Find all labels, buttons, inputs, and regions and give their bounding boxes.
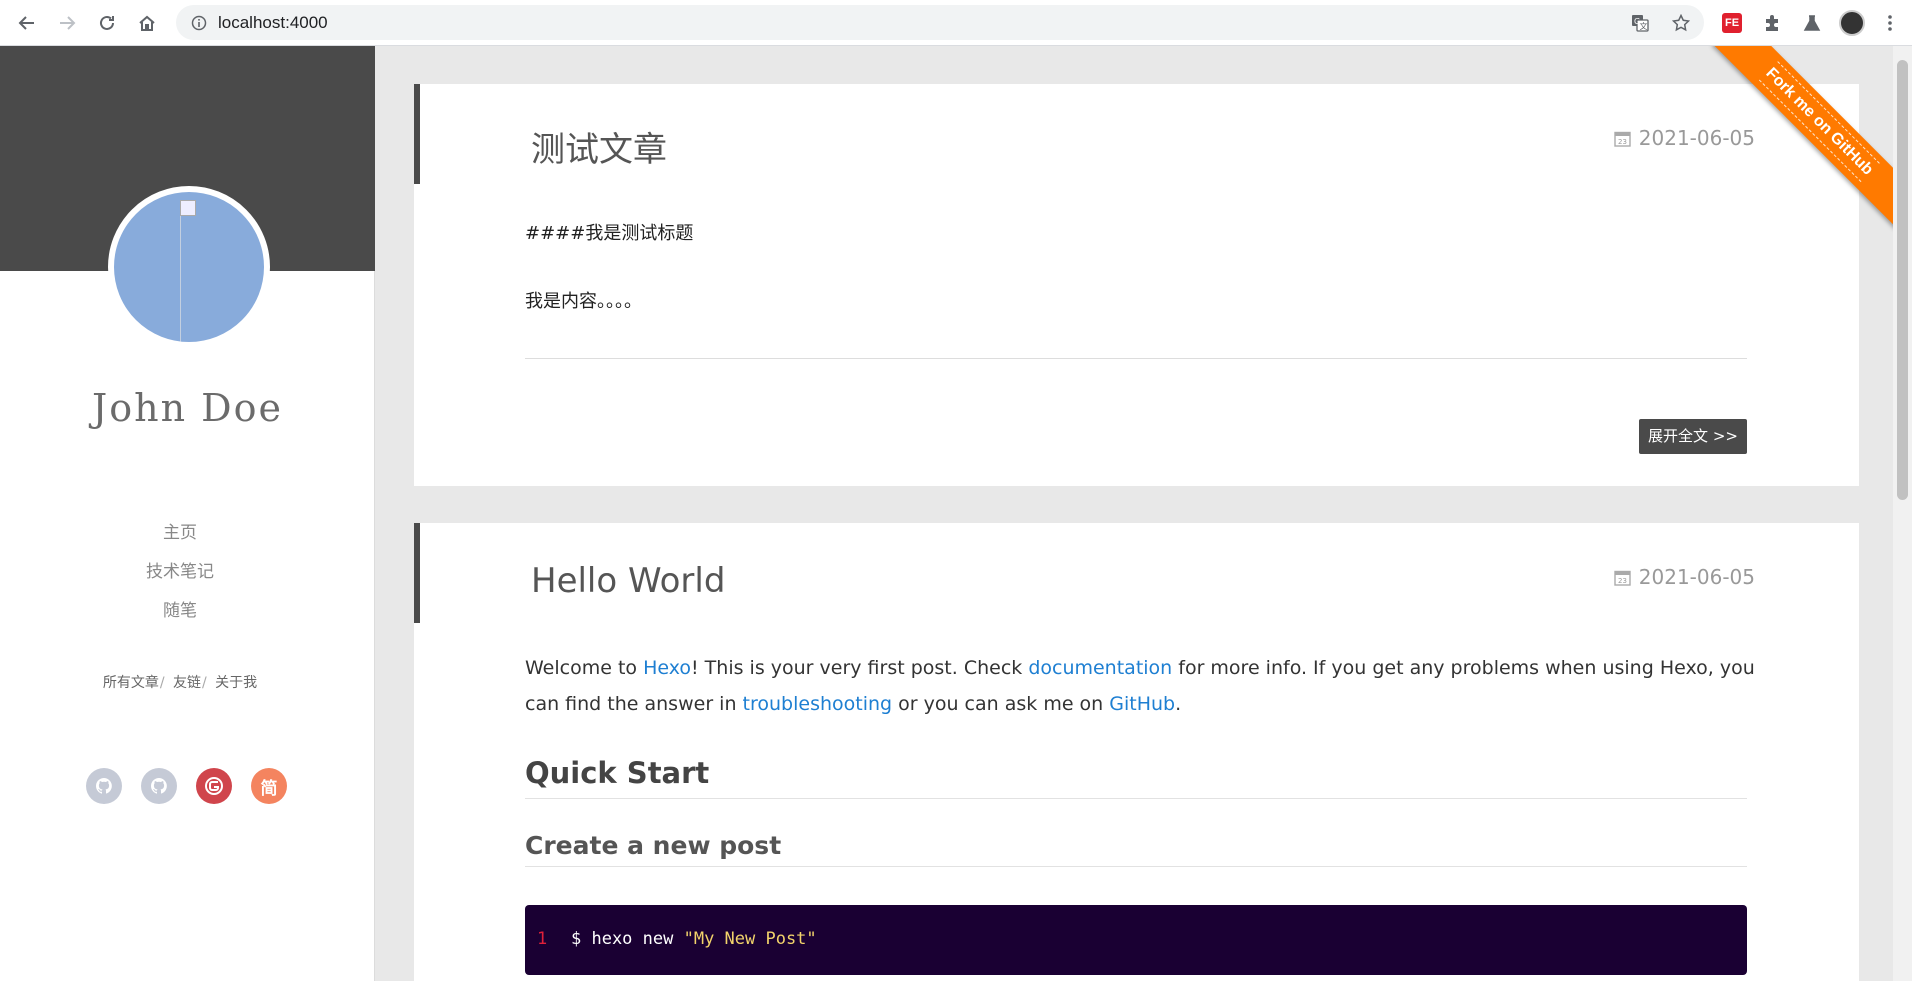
post-card: 测试文章 23 2021-06-05 ####我是测试标题 我是内容。。。。 展… bbox=[414, 84, 1859, 486]
profile-avatar[interactable] bbox=[1838, 9, 1866, 37]
url-text[interactable]: localhost:4000 bbox=[218, 13, 328, 33]
post-intro: Welcome to Hexo! This is your very first… bbox=[525, 657, 1755, 715]
link-documentation[interactable]: documentation bbox=[1028, 657, 1172, 679]
jianshu-icon[interactable]: 简 bbox=[251, 768, 287, 804]
link-friends[interactable]: 友链 bbox=[173, 675, 201, 691]
section-heading: Quick Start bbox=[525, 756, 1747, 799]
scrollbar-thumb[interactable] bbox=[1897, 60, 1908, 500]
reload-button[interactable] bbox=[93, 9, 121, 37]
forward-button[interactable] bbox=[53, 9, 81, 37]
calendar-icon: 23 bbox=[1614, 570, 1631, 586]
secondary-links: 所有文章/ 友链/ 关于我 bbox=[102, 675, 258, 691]
svg-text:23: 23 bbox=[1618, 577, 1627, 585]
gitee-icon[interactable] bbox=[196, 768, 232, 804]
code-block: 1 $ hexo new "My New Post" bbox=[525, 905, 1747, 975]
back-button[interactable] bbox=[13, 9, 41, 37]
flask-icon[interactable] bbox=[1798, 9, 1826, 37]
fe-extension-icon[interactable]: FE bbox=[1718, 9, 1746, 37]
nav-item-essays[interactable]: 随笔 bbox=[0, 592, 360, 631]
sidebar: John Doe 主页 技术笔记 随笔 所有文章/ 友链/ 关于我 简 bbox=[0, 46, 375, 981]
star-icon[interactable] bbox=[1670, 12, 1692, 34]
calendar-icon: 23 bbox=[1614, 131, 1631, 147]
post-title[interactable]: 测试文章 bbox=[531, 122, 667, 171]
link-about[interactable]: 关于我 bbox=[215, 675, 257, 691]
read-more-button[interactable]: 展开全文 >> bbox=[1639, 419, 1747, 454]
post-title[interactable]: Hello World bbox=[531, 561, 725, 601]
link-all-posts[interactable]: 所有文章 bbox=[103, 675, 159, 691]
post-card: Hello World 23 2021-06-05 Welcome to Hex… bbox=[414, 523, 1859, 981]
link-github[interactable]: GitHub bbox=[1109, 693, 1175, 715]
divider bbox=[525, 358, 1747, 359]
avatar[interactable] bbox=[108, 186, 270, 348]
address-bar[interactable]: localhost:4000 G文 bbox=[176, 5, 1704, 40]
nav-item-home[interactable]: 主页 bbox=[0, 514, 360, 553]
fork-me-ribbon[interactable]: Fork me on GitHub bbox=[1712, 46, 1893, 229]
post-date: 23 2021-06-05 bbox=[1614, 565, 1755, 589]
github-icon[interactable] bbox=[86, 768, 122, 804]
arrow-right-icon bbox=[60, 16, 76, 30]
svg-text:23: 23 bbox=[1618, 138, 1627, 146]
reload-icon bbox=[100, 15, 114, 30]
translate-icon[interactable]: G文 bbox=[1629, 12, 1651, 34]
post-paragraph: 我是内容。。。。 bbox=[525, 291, 642, 312]
home-icon bbox=[139, 15, 155, 31]
arrow-left-icon bbox=[18, 16, 34, 30]
home-button[interactable] bbox=[133, 9, 161, 37]
author-name[interactable]: John Doe bbox=[0, 386, 375, 430]
scrollbar[interactable] bbox=[1893, 46, 1912, 981]
menu-kebab-icon[interactable] bbox=[1876, 9, 1904, 37]
link-hexo[interactable]: Hexo bbox=[643, 657, 691, 679]
main-nav: 主页 技术笔记 随笔 bbox=[0, 514, 360, 631]
main-content: 测试文章 23 2021-06-05 ####我是测试标题 我是内容。。。。 展… bbox=[375, 46, 1893, 981]
browser-toolbar: localhost:4000 G文 FE bbox=[0, 0, 1912, 46]
info-icon[interactable] bbox=[188, 12, 210, 34]
github-icon[interactable] bbox=[141, 768, 177, 804]
puzzle-icon[interactable] bbox=[1758, 9, 1786, 37]
link-troubleshooting[interactable]: troubleshooting bbox=[743, 693, 893, 715]
svg-text:文: 文 bbox=[1640, 21, 1648, 31]
line-number: 1 bbox=[537, 929, 548, 949]
post-paragraph: ####我是测试标题 bbox=[525, 223, 694, 244]
nav-item-tech-notes[interactable]: 技术笔记 bbox=[0, 553, 360, 592]
social-links: 简 bbox=[86, 768, 306, 804]
code-line: $ hexo new "My New Post" bbox=[571, 929, 817, 949]
broken-image-icon bbox=[180, 200, 196, 216]
subsection-heading: Create a new post bbox=[525, 831, 1747, 867]
